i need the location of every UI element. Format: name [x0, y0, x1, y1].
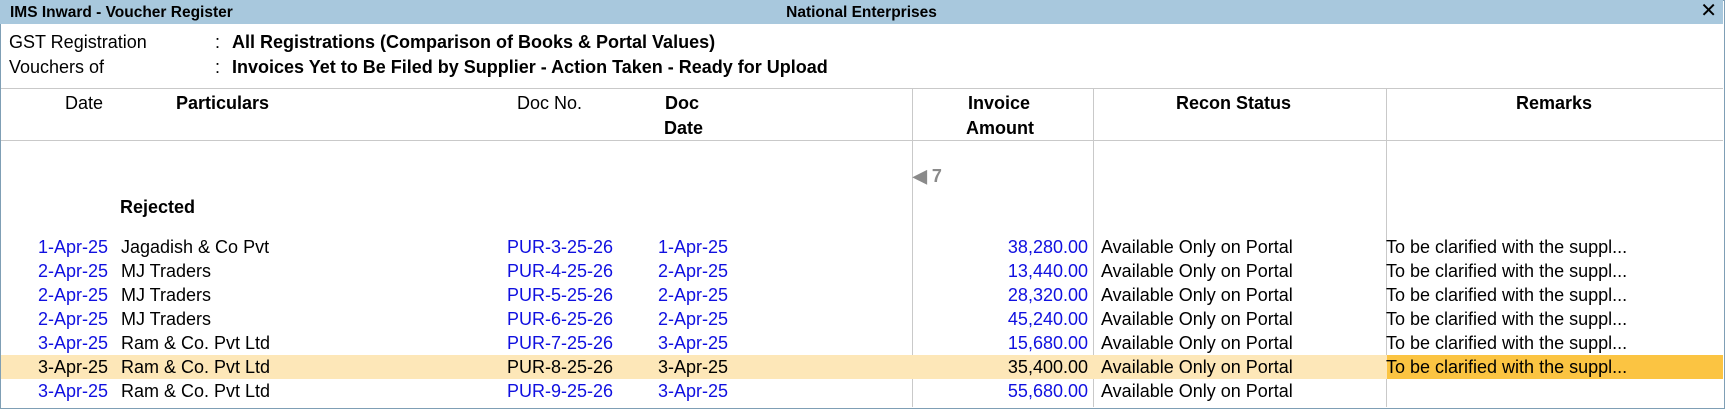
row-date: 3-Apr-25: [37, 381, 108, 401]
table-row[interactable]: 2-Apr-25 MJ Traders PUR-4-25-26 2-Apr-25…: [1, 259, 1723, 283]
row-doc-date: 3-Apr-25: [658, 357, 729, 377]
col-header-particulars[interactable]: Particulars: [176, 91, 269, 115]
col-header-date[interactable]: Date: [65, 91, 103, 115]
row-doc-no: PUR-7-25-26: [507, 333, 614, 353]
row-recon-status: Available Only on Portal: [1101, 285, 1293, 305]
row-doc-no: PUR-3-25-26: [507, 237, 614, 257]
table-row[interactable]: 2-Apr-25 MJ Traders PUR-6-25-26 2-Apr-25…: [1, 307, 1723, 331]
row-amount: 38,280.00: [1007, 237, 1088, 257]
left-arrow-icon: ◀: [913, 166, 927, 186]
hidden-column-count: 7: [931, 166, 942, 186]
row-recon-status: Available Only on Portal: [1101, 333, 1293, 353]
close-icon[interactable]: ✕: [1700, 1, 1717, 21]
row-doc-date: 2-Apr-25: [658, 261, 729, 281]
row-doc-date: 3-Apr-25: [658, 381, 729, 401]
table-row-selected[interactable]: 3-Apr-25 Ram & Co. Pvt Ltd PUR-8-25-26 3…: [1, 355, 1723, 379]
row-date: 3-Apr-25: [37, 333, 108, 353]
row-remarks: To be clarified with the suppl...: [1386, 237, 1628, 257]
row-doc-no: PUR-8-25-26: [507, 357, 614, 377]
col-header-amount-line2[interactable]: Amount: [966, 116, 1034, 140]
row-date: 2-Apr-25: [37, 261, 108, 281]
row-date: 1-Apr-25: [37, 237, 108, 257]
row-particulars: Ram & Co. Pvt Ltd: [121, 357, 271, 377]
row-particulars: Jagadish & Co Pvt: [121, 237, 270, 257]
row-recon-status: Available Only on Portal: [1101, 309, 1293, 329]
vouchers-of-label: Vouchers of: [9, 57, 105, 77]
col-header-doc-date-line2[interactable]: Date: [664, 116, 703, 140]
separator: :: [215, 57, 221, 77]
title-bar: IMS Inward - Voucher Register National E…: [0, 0, 1723, 24]
row-particulars: MJ Traders: [121, 309, 212, 329]
vouchers-of-value[interactable]: Invoices Yet to Be Filed by Supplier - A…: [232, 57, 828, 78]
table-row[interactable]: 1-Apr-25 Jagadish & Co Pvt PUR-3-25-26 1…: [1, 235, 1723, 259]
column-scroll-indicator[interactable]: ◀ 7: [913, 166, 942, 187]
row-doc-date: 2-Apr-25: [658, 285, 729, 305]
row-doc-no: PUR-9-25-26: [507, 381, 614, 401]
row-doc-no: PUR-5-25-26: [507, 285, 614, 305]
row-recon-status: Available Only on Portal: [1101, 261, 1293, 281]
row-doc-no: PUR-4-25-26: [507, 261, 614, 281]
section-heading-rejected: Rejected: [120, 197, 196, 217]
row-date: 3-Apr-25: [37, 357, 108, 377]
row-amount: 13,440.00: [1007, 261, 1088, 281]
row-doc-no: PUR-6-25-26: [507, 309, 614, 329]
row-particulars: MJ Traders: [121, 285, 212, 305]
row-particulars: Ram & Co. Pvt Ltd: [121, 333, 271, 353]
gst-registration-value[interactable]: All Registrations (Comparison of Books &…: [232, 32, 715, 53]
row-amount: 35,400.00: [1007, 357, 1088, 377]
row-amount: 28,320.00: [1007, 285, 1088, 305]
row-date: 2-Apr-25: [37, 309, 108, 329]
company-name: National Enterprises: [786, 4, 937, 21]
col-header-doc-no[interactable]: Doc No.: [517, 91, 582, 115]
row-remarks: To be clarified with the suppl...: [1386, 285, 1628, 305]
row-recon-status: Available Only on Portal: [1101, 357, 1293, 377]
row-particulars: MJ Traders: [121, 261, 212, 281]
header-divider: [1, 140, 1723, 141]
row-date: 2-Apr-25: [37, 285, 108, 305]
table-row[interactable]: 3-Apr-25 Ram & Co. Pvt Ltd PUR-7-25-26 3…: [1, 331, 1723, 355]
row-remarks: To be clarified with the suppl...: [1386, 333, 1628, 353]
col-header-doc-date-line1[interactable]: Doc: [665, 91, 699, 115]
row-recon-status: Available Only on Portal: [1101, 237, 1293, 257]
row-remarks: To be clarified with the suppl...: [1386, 357, 1628, 377]
col-header-recon-status[interactable]: Recon Status: [1176, 91, 1291, 115]
col-header-remarks[interactable]: Remarks: [1516, 91, 1592, 115]
row-amount: 55,680.00: [1007, 381, 1088, 401]
row-remarks: To be clarified with the suppl...: [1386, 309, 1628, 329]
col-header-amount-line1[interactable]: Invoice: [968, 91, 1030, 115]
row-recon-status: Available Only on Portal: [1101, 381, 1293, 401]
table-row[interactable]: 2-Apr-25 MJ Traders PUR-5-25-26 2-Apr-25…: [1, 283, 1723, 307]
row-doc-date: 3-Apr-25: [658, 333, 729, 353]
row-remarks: To be clarified with the suppl...: [1386, 261, 1628, 281]
gst-registration-label: GST Registration: [9, 32, 147, 52]
row-amount: 45,240.00: [1007, 309, 1088, 329]
separator: :: [215, 32, 221, 52]
row-amount: 15,680.00: [1007, 333, 1088, 353]
row-doc-date: 2-Apr-25: [658, 309, 729, 329]
divider: [1, 88, 1723, 89]
row-particulars: Ram & Co. Pvt Ltd: [121, 381, 271, 401]
row-doc-date: 1-Apr-25: [658, 237, 729, 257]
table-row[interactable]: 3-Apr-25 Ram & Co. Pvt Ltd PUR-9-25-26 3…: [1, 379, 1723, 403]
